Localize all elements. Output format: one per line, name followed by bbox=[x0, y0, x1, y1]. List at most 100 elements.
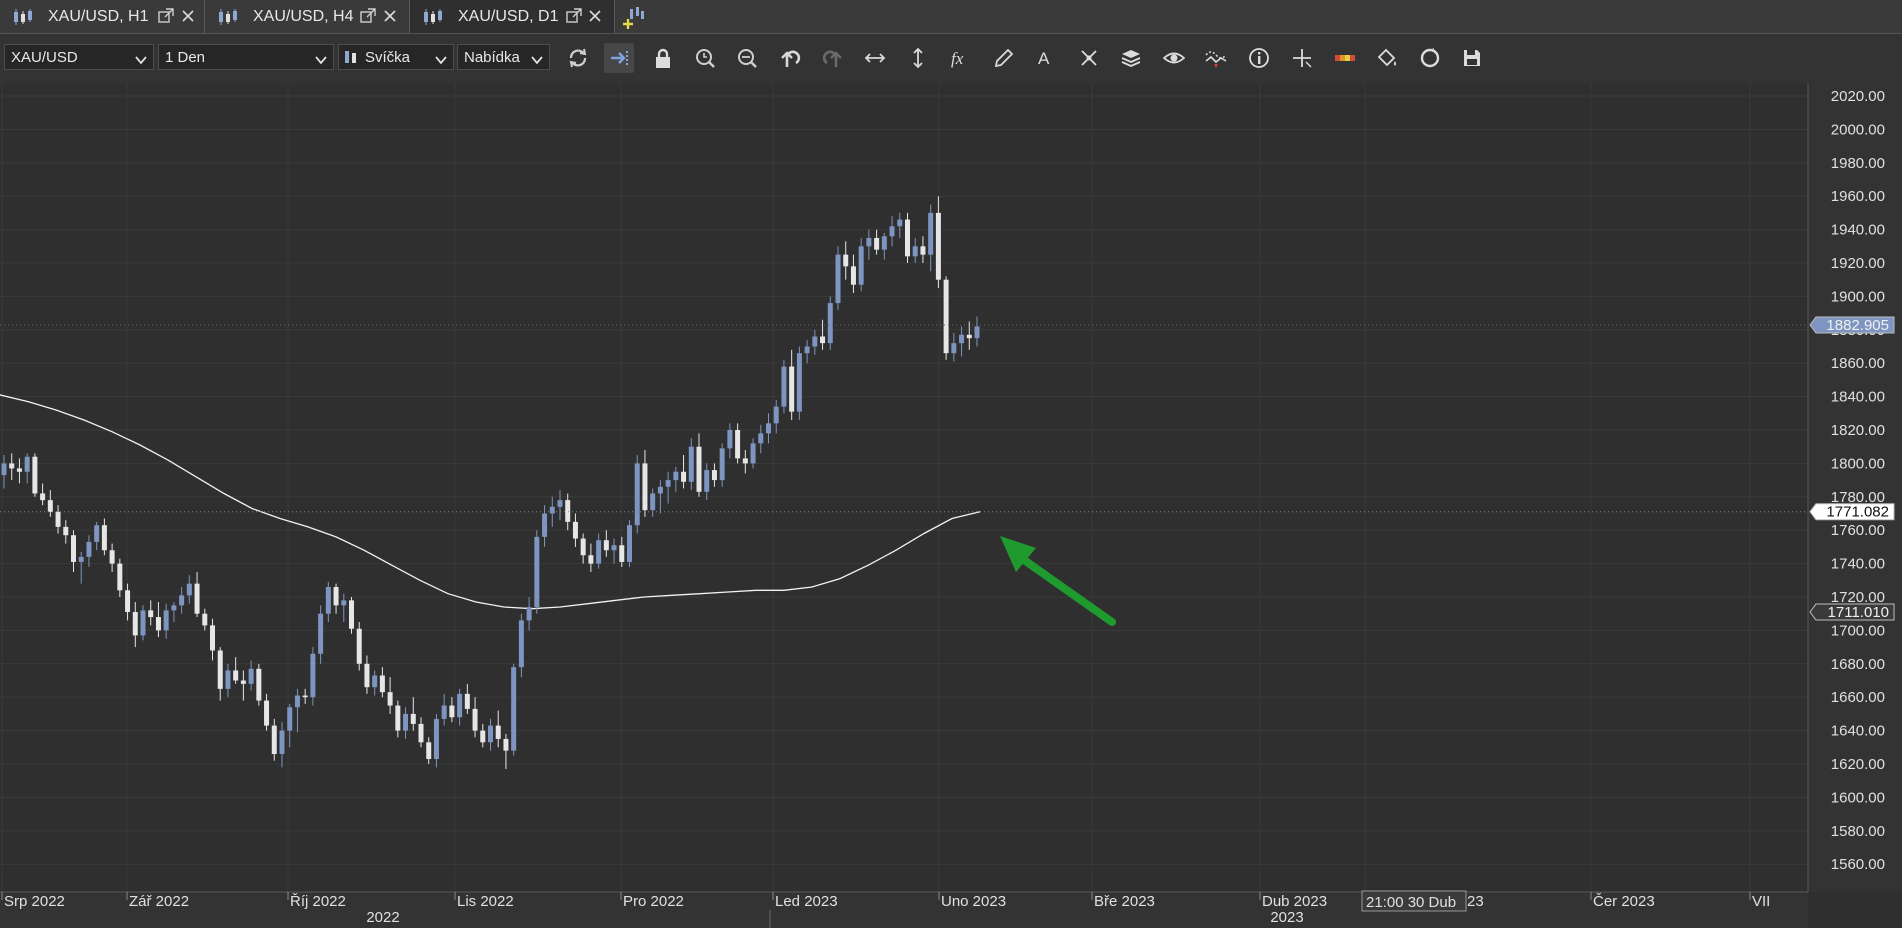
y-tick-label: 1900.00 bbox=[1831, 288, 1885, 305]
candle-body bbox=[372, 675, 378, 688]
candle-body bbox=[673, 471, 679, 481]
candle-body bbox=[117, 563, 123, 591]
time-axis[interactable] bbox=[0, 892, 1808, 928]
candle-body bbox=[294, 695, 300, 708]
vertical-scale-button[interactable] bbox=[903, 43, 933, 73]
popout-icon[interactable] bbox=[158, 8, 174, 29]
candle-body bbox=[109, 550, 115, 564]
candlestick-icon bbox=[12, 9, 34, 30]
candle-body bbox=[820, 336, 826, 344]
candle-body bbox=[480, 730, 486, 743]
candle-body bbox=[186, 583, 192, 596]
tab-d1[interactable]: XAU/USD, D1 bbox=[410, 0, 615, 33]
candle-body bbox=[341, 600, 347, 606]
candle-body bbox=[742, 458, 748, 464]
auto-scroll-button[interactable] bbox=[604, 43, 634, 73]
candle-type-icon bbox=[344, 49, 358, 69]
chevron-down-icon bbox=[435, 52, 447, 69]
candle-body bbox=[101, 525, 107, 551]
candle-body bbox=[171, 605, 177, 611]
candle-body bbox=[86, 541, 92, 557]
y-tick-label: 1600.00 bbox=[1831, 789, 1885, 806]
objects-button[interactable] bbox=[1074, 43, 1104, 73]
candle-body bbox=[349, 600, 354, 629]
close-icon[interactable] bbox=[587, 8, 603, 29]
chart-type-select[interactable]: Svíčka bbox=[338, 44, 454, 70]
year-label: 2023 bbox=[1270, 909, 1303, 926]
x-tick-label: VII bbox=[1752, 893, 1770, 910]
candle-body bbox=[449, 705, 455, 718]
horizontal-scale-button[interactable] bbox=[860, 43, 890, 73]
indicators-button[interactable]: fx bbox=[946, 43, 976, 73]
paint-button[interactable] bbox=[1372, 43, 1402, 73]
close-icon[interactable] bbox=[180, 8, 196, 29]
y-tick-label: 1660.00 bbox=[1831, 689, 1885, 706]
candle-body bbox=[696, 446, 702, 492]
tab-h1[interactable]: XAU/USD, H1 bbox=[0, 0, 205, 33]
price-marker-label: 1711.010 bbox=[1828, 604, 1889, 621]
popout-icon[interactable] bbox=[566, 8, 582, 29]
save-button[interactable] bbox=[1457, 43, 1487, 73]
candle-body bbox=[310, 653, 316, 698]
price-chart[interactable]: 1560.00 1580.00 1600.00 1620.00 1640.00 1660.… bbox=[0, 84, 1902, 928]
candle-body bbox=[472, 708, 478, 731]
candle-body bbox=[858, 246, 864, 285]
text-tool-button[interactable]: A bbox=[1031, 43, 1061, 73]
refresh-button[interactable] bbox=[563, 43, 593, 73]
candle-body bbox=[897, 219, 903, 227]
price-side-select[interactable]: Nabídka bbox=[457, 44, 550, 70]
candle-body bbox=[704, 470, 710, 492]
popout-icon[interactable] bbox=[360, 8, 376, 29]
candle-body bbox=[935, 212, 941, 280]
candle-body bbox=[248, 668, 254, 684]
candle-body bbox=[418, 723, 424, 743]
candle-body bbox=[40, 493, 46, 501]
candle-body bbox=[812, 336, 818, 347]
undo-button[interactable] bbox=[775, 43, 805, 73]
lock-button[interactable] bbox=[648, 43, 678, 73]
candle-body bbox=[410, 713, 416, 724]
candle-body bbox=[920, 246, 926, 255]
candle-body bbox=[850, 266, 856, 285]
new-chart-tab-button[interactable] bbox=[622, 5, 646, 29]
timeframe-select[interactable]: 1 Den bbox=[158, 44, 334, 70]
chevron-down-icon bbox=[315, 52, 327, 69]
y-tick-label: 1820.00 bbox=[1831, 422, 1885, 439]
candle-body bbox=[727, 430, 733, 449]
info-button[interactable] bbox=[1244, 43, 1274, 73]
tab-h4[interactable]: XAU/USD, H4 bbox=[205, 0, 410, 33]
y-tick-label: 1960.00 bbox=[1831, 188, 1885, 205]
candle-body bbox=[750, 443, 756, 464]
zoom-out-button[interactable] bbox=[732, 43, 762, 73]
y-tick-label: 1840.00 bbox=[1831, 389, 1885, 406]
candle-body bbox=[71, 535, 76, 562]
candle-body bbox=[194, 583, 200, 614]
zoom-in-button[interactable] bbox=[690, 43, 720, 73]
candle-body bbox=[32, 456, 38, 494]
candle-body bbox=[279, 730, 285, 754]
timeframe-value: 1 Den bbox=[165, 49, 206, 66]
candle-body bbox=[603, 540, 609, 551]
candle-body bbox=[148, 610, 154, 618]
y-tick-label: 1740.00 bbox=[1831, 556, 1885, 573]
drawing-tools-button[interactable] bbox=[989, 43, 1019, 73]
visibility-button[interactable] bbox=[1159, 43, 1189, 73]
y-tick-label: 1920.00 bbox=[1831, 255, 1885, 272]
symbol-select[interactable]: XAU/USD bbox=[4, 44, 154, 70]
close-icon[interactable] bbox=[382, 8, 398, 29]
candle-body bbox=[426, 742, 432, 759]
color-bar-button[interactable] bbox=[1330, 43, 1360, 73]
sync-button[interactable] bbox=[1415, 43, 1445, 73]
crosshair-button[interactable] bbox=[1287, 43, 1317, 73]
y-tick-label: 1640.00 bbox=[1831, 723, 1885, 740]
x-tick-label: Bře 2023 bbox=[1094, 893, 1155, 910]
x-tick-label: 23 bbox=[1467, 893, 1484, 910]
redo-button[interactable] bbox=[818, 43, 848, 73]
candle-body bbox=[240, 680, 246, 684]
candle-body bbox=[835, 254, 841, 304]
candle-body bbox=[202, 613, 208, 626]
y-tick-label: 1860.00 bbox=[1831, 355, 1885, 372]
layers-button[interactable] bbox=[1116, 43, 1146, 73]
pattern-button[interactable] bbox=[1201, 43, 1231, 73]
tab-label: XAU/USD, H4 bbox=[253, 8, 354, 25]
